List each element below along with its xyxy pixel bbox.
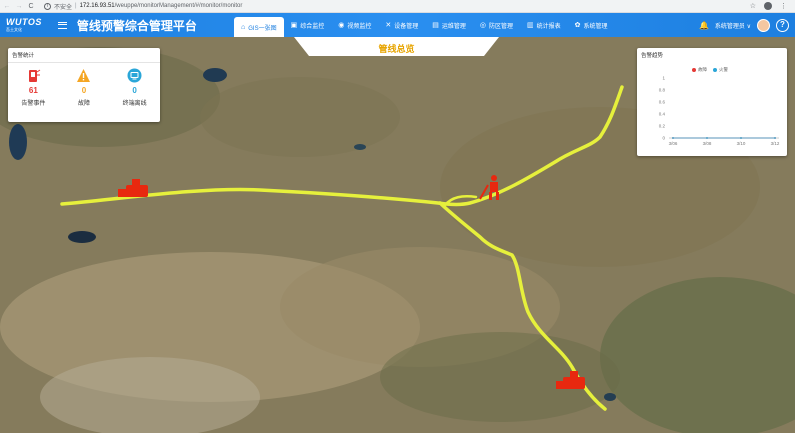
nav-label: 统计报表 [536, 23, 561, 30]
series-point[interactable] [672, 137, 674, 139]
alarm-device-icon [26, 68, 41, 83]
stats-row: 61 告警事件 0 故障 0 终端离线 [8, 63, 160, 107]
nav-item-devices[interactable]: ✕ 设备管理 [378, 13, 425, 37]
stat-offline-terminals[interactable]: 0 终端离线 [113, 68, 157, 107]
nav-item-system[interactable]: ✿ 系统管理 [568, 13, 615, 37]
nav-item-monitor[interactable]: ▣ 综合监控 [284, 13, 332, 37]
alarm-trend-panel: 告警趋势 故障 火警 1 0.8 0.6 0.4 0.2 0 3/06 3/08 3/10 3/1… [637, 48, 787, 156]
nav-label: GIS一张图 [248, 25, 277, 32]
tab-banner-title[interactable]: 管线总览 [294, 42, 499, 55]
address-host[interactable]: 172.16.93.51 [80, 3, 115, 9]
chart-icon: ▥ [527, 22, 534, 29]
user-menu[interactable]: 系统管理员 ∨ [715, 21, 751, 30]
header-user-area: 🔔 系统管理员 ∨ ? [699, 13, 789, 37]
security-label: 不安全 [54, 4, 73, 11]
y-tick-label: 0.4 [659, 112, 666, 117]
lake [68, 231, 96, 243]
stat-label: 故障 [77, 101, 90, 107]
browser-actions: ☆ ⋮ [750, 2, 787, 10]
nav-item-maintenance[interactable]: ▤ 运维管理 [425, 13, 473, 37]
trend-chart: 1 0.8 0.6 0.4 0.2 0 3/06 3/08 3/10 3/12 [659, 76, 780, 147]
terrain-patch [200, 77, 400, 157]
app-header: WUTOS 吾土文化 管线预警综合管理平台 ⌂ GIS一张图 ▣ 综合监控 ◉ … [0, 13, 795, 37]
more-menu-icon[interactable]: ⋮ [780, 2, 787, 10]
bookmark-star-icon[interactable]: ☆ [750, 2, 756, 10]
monitor-icon: ▣ [290, 22, 298, 29]
address-path[interactable]: /weuppe/monitorManagement/#/monitor/moni… [115, 3, 243, 9]
lake [9, 124, 27, 160]
series-point[interactable] [706, 137, 708, 139]
offline-terminal-icon [127, 68, 142, 83]
x-tick-label: 3/08 [703, 141, 712, 146]
nav-label: 设备管理 [394, 23, 419, 30]
settings-icon: ✿ [574, 22, 581, 29]
user-name: 系统管理员 [714, 23, 745, 30]
profile-icon[interactable] [764, 2, 772, 10]
nav-label: 综合监控 [300, 23, 325, 30]
main-nav: ⌂ GIS一张图 ▣ 综合监控 ◉ 视频监控 ✕ 设备管理 ▤ 运维管理 ◎ 防… [234, 13, 615, 37]
app-title: 管线预警综合管理平台 [76, 18, 197, 33]
forward-icon[interactable]: → [14, 3, 24, 10]
lake [604, 393, 616, 401]
nav-item-video[interactable]: ◉ 视频监控 [331, 13, 378, 37]
video-icon: ◉ [338, 22, 345, 29]
x-tick-label: 3/12 [771, 141, 780, 146]
zone-icon: ◎ [479, 22, 486, 29]
stat-label: 告警事件 [21, 101, 46, 107]
series-point[interactable] [774, 137, 776, 139]
help-icon[interactable]: ? [776, 18, 789, 32]
logo: WUTOS 吾土文化 [6, 18, 42, 32]
chevron-down-icon: ∨ [746, 23, 751, 30]
y-tick-label: 0.8 [659, 88, 666, 93]
lake [203, 68, 227, 82]
nav-label: 防区管理 [488, 23, 513, 30]
lake [354, 144, 366, 150]
address-separator: | [75, 3, 77, 9]
warning-icon [76, 68, 91, 83]
y-tick-label: 0.6 [659, 100, 666, 105]
panel-title: 告警统计 [8, 48, 160, 63]
nav-label: 运维管理 [441, 23, 466, 30]
terrain-patch [380, 332, 620, 422]
stat-value: 61 [28, 86, 38, 95]
nav-item-gis[interactable]: ⌂ GIS一张图 [234, 17, 284, 37]
alarm-stats-panel: 告警统计 61 告警事件 0 故障 0 终端离线 [8, 48, 160, 122]
nav-label: 视频监控 [347, 23, 372, 30]
browser-toolbar: ← → C i 不安全 | 172.16.93.51 /weuppe/monit… [0, 0, 795, 13]
stat-faults[interactable]: 0 故障 [62, 68, 106, 107]
back-icon[interactable]: ← [2, 3, 12, 10]
bell-icon[interactable]: 🔔 [699, 21, 709, 30]
logo-subtitle: 吾土文化 [6, 27, 22, 32]
y-tick-label: 0 [662, 136, 665, 141]
nav-item-zones[interactable]: ◎ 防区管理 [473, 13, 520, 37]
y-tick-label: 0.2 [659, 124, 666, 129]
info-icon[interactable]: i [44, 2, 51, 10]
x-tick-label: 3/10 [737, 141, 746, 146]
maintenance-icon: ▤ [432, 22, 439, 29]
stat-alarm-events[interactable]: 61 告警事件 [11, 68, 55, 107]
avatar[interactable] [757, 18, 770, 32]
logo-text: WUTOS [6, 17, 42, 27]
tools-icon: ✕ [385, 22, 392, 29]
home-icon: ⌂ [241, 23, 246, 31]
nav-item-reports[interactable]: ▥ 统计报表 [520, 13, 568, 37]
stat-value: 0 [132, 86, 137, 95]
y-tick-label: 1 [662, 76, 665, 81]
reload-icon[interactable]: C [26, 3, 36, 10]
series-point[interactable] [740, 137, 742, 139]
menu-toggle-icon[interactable] [57, 21, 67, 29]
stat-label: 终端离线 [122, 101, 147, 107]
stat-value: 0 [81, 86, 87, 95]
nav-label: 系统管理 [583, 23, 608, 30]
x-tick-label: 3/06 [669, 141, 678, 146]
